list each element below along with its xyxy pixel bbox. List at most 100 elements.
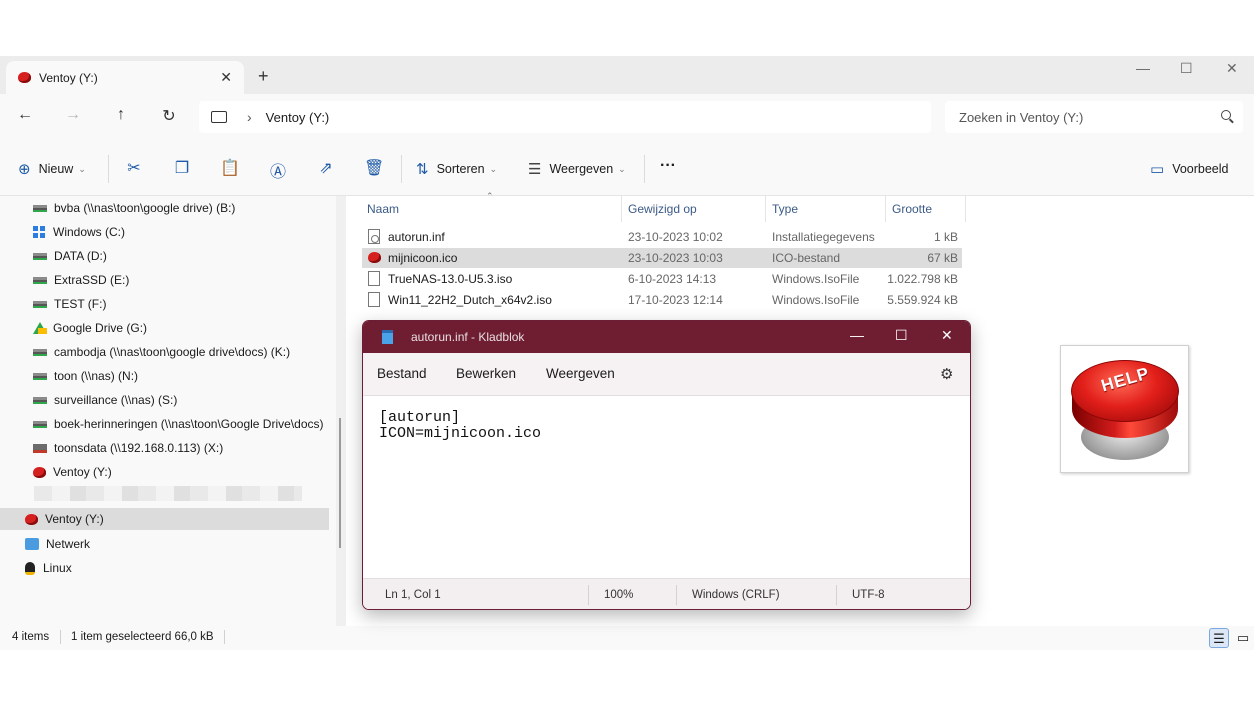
tab-ventoy[interactable]: Ventoy (Y:) ✕ [6,61,244,94]
column-header-modified[interactable]: Gewijzigd op [628,202,697,216]
this-pc-icon[interactable] [211,111,227,123]
forward-button[interactable]: → [61,106,85,124]
tab-close-icon[interactable]: ✕ [220,69,232,86]
divider [836,585,837,605]
column-header-name[interactable]: Naam [367,202,399,216]
menu-weergeven[interactable]: Weergeven [546,366,615,381]
network-drive-icon [33,348,47,356]
view-list-icon: ☰ [528,161,542,178]
minimize-button[interactable]: — [1136,60,1150,76]
file-type: Windows.IsoFile [772,272,860,286]
preview-button[interactable]: ▭ Voorbeeld [1150,160,1229,178]
notepad-minimize-button[interactable]: — [850,327,864,343]
cut-icon[interactable]: ✂ [124,158,144,178]
sidebar-item-test[interactable]: TEST (F:) [33,293,106,315]
details-view-icon[interactable]: ☰ [1209,628,1229,648]
cursor-position: Ln 1, Col 1 [385,589,441,601]
file-modified: 17-10-2023 12:14 [628,293,723,307]
view-button[interactable]: ☰ Weergeven ⌄ [528,160,626,178]
address-bar[interactable]: › Ventoy (Y:) [199,101,931,133]
item-count: 4 items [12,631,50,643]
network-drive-icon [33,372,47,380]
new-tab-button[interactable]: + [258,66,269,87]
network-drive-icon [33,396,47,404]
share-icon[interactable]: ⇗ [316,158,336,178]
view-label: Weergeven [549,162,614,176]
sidebar-item-label: Ventoy (Y:) [53,465,112,479]
notepad-text-area[interactable]: [autorun] ICON=mijnicoon.ico [363,395,970,578]
pane-splitter[interactable] [336,196,346,626]
sidebar-item-toonsdata[interactable]: toonsdata (\\192.168.0.113) (X:) [33,437,223,459]
table-row[interactable]: mijnicoon.ico 23-10-2023 10:03 ICO-besta… [362,248,962,268]
divider [401,155,402,183]
column-divider[interactable] [965,196,966,222]
sidebar-item-ventoy[interactable]: Ventoy (Y:) [33,461,112,483]
file-modified: 6-10-2023 14:13 [628,272,717,286]
back-button[interactable]: ← [13,106,37,124]
file-name: autorun.inf [388,230,445,244]
network-icon [25,538,39,550]
column-header-size[interactable]: Grootte [892,202,932,216]
sidebar-item-extrassd[interactable]: ExtraSSD (E:) [33,269,129,291]
sidebar-item-label: Ventoy (Y:) [45,512,104,526]
settings-gear-icon[interactable]: ⚙ [940,365,953,383]
notepad-maximize-button[interactable]: ☐ [895,327,908,344]
file-size: 67 kB [927,251,958,265]
sidebar-item-label: boek-herinneringen (\\nas\toon\Google Dr… [54,417,324,431]
notepad-title-bar[interactable]: autorun.inf - Kladblok — ☐ ✕ [363,321,970,353]
sort-button[interactable]: ⇅ Sorteren ⌄ [416,160,497,178]
drive-icon [33,252,47,260]
up-button[interactable]: ↑ [109,106,133,124]
sidebar-item-windows[interactable]: Windows (C:) [33,221,125,243]
menu-bewerken[interactable]: Bewerken [456,366,516,381]
divider [588,585,589,605]
paste-icon[interactable]: 📋 [220,158,240,178]
sidebar-item-label: toon (\\nas) (N:) [54,369,139,383]
table-row[interactable]: TrueNAS-13.0-U5.3.iso 6-10-2023 14:13 Wi… [362,269,962,289]
sidebar-item-toon[interactable]: toon (\\nas) (N:) [33,365,138,387]
help-button-image: HELP [1060,345,1189,473]
sidebar-item-label: cambodja (\\nas\toon\google drive\docs) … [54,345,291,359]
sidebar-item-cambodja[interactable]: cambodja (\\nas\toon\google drive\docs) … [33,341,290,363]
table-row[interactable]: autorun.inf 23-10-2023 10:02 Installatie… [362,227,962,247]
more-options-button[interactable]: ··· [660,157,676,175]
ventoy-ruby-icon [33,466,46,478]
new-button[interactable]: ⊕ Nieuw ⌄ [18,160,86,178]
breadcrumb-separator[interactable]: › [247,109,252,125]
column-divider[interactable] [621,196,622,222]
breadcrumb-ventoy[interactable]: Ventoy (Y:) [266,110,330,125]
sidebar-item-bvba[interactable]: bvba (\\nas\toon\google drive) (B:) [33,197,235,219]
content-line: ICON=mijnicoon.ico [379,425,542,442]
file-explorer-window: Ventoy (Y:) ✕ + — ☐ ✕ ← → ↑ ↻ › Ventoy (… [0,0,1254,705]
sidebar-item-google-drive[interactable]: Google Drive (G:) [33,317,147,339]
delete-icon[interactable]: 🗑 [364,158,384,178]
search-box[interactable] [945,101,1243,133]
sidebar-scrollbar[interactable] [339,418,341,548]
column-divider[interactable] [885,196,886,222]
refresh-button[interactable]: ↻ [157,106,181,126]
column-header-type[interactable]: Type [772,202,798,216]
redacted-item [34,486,302,501]
search-input[interactable] [959,109,1199,125]
sidebar-item-label: DATA (D:) [54,249,107,263]
column-divider[interactable] [765,196,766,222]
maximize-button[interactable]: ☐ [1180,60,1193,77]
sidebar-item-boek-herinneringen[interactable]: boek-herinneringen (\\nas\toon\Google Dr… [33,413,323,435]
notepad-close-button[interactable]: ✕ [941,327,953,344]
tiles-view-icon[interactable]: ▭ [1233,628,1253,648]
menu-bestand[interactable]: Bestand [377,366,427,381]
table-row[interactable]: Win11_22H2_Dutch_x64v2.iso 17-10-2023 12… [362,290,962,310]
rename-icon[interactable]: Ⓐ [268,158,288,182]
divider [676,585,677,605]
copy-icon[interactable]: ❐ [172,158,192,178]
sidebar-tree-ventoy[interactable]: Ventoy (Y:) [0,508,329,530]
sidebar-tree-netwerk[interactable]: Netwerk [25,533,90,555]
sidebar-item-surveillance[interactable]: surveillance (\\nas) (S:) [33,389,177,411]
windows-drive-icon [33,226,45,238]
close-window-button[interactable]: ✕ [1226,60,1238,77]
search-icon[interactable] [1221,110,1231,120]
notepad-content[interactable]: [autorun] ICON=mijnicoon.ico [379,410,541,442]
linux-penguin-icon [25,561,35,575]
sidebar-tree-linux[interactable]: Linux [25,557,72,579]
sidebar-item-data[interactable]: DATA (D:) [33,245,107,267]
